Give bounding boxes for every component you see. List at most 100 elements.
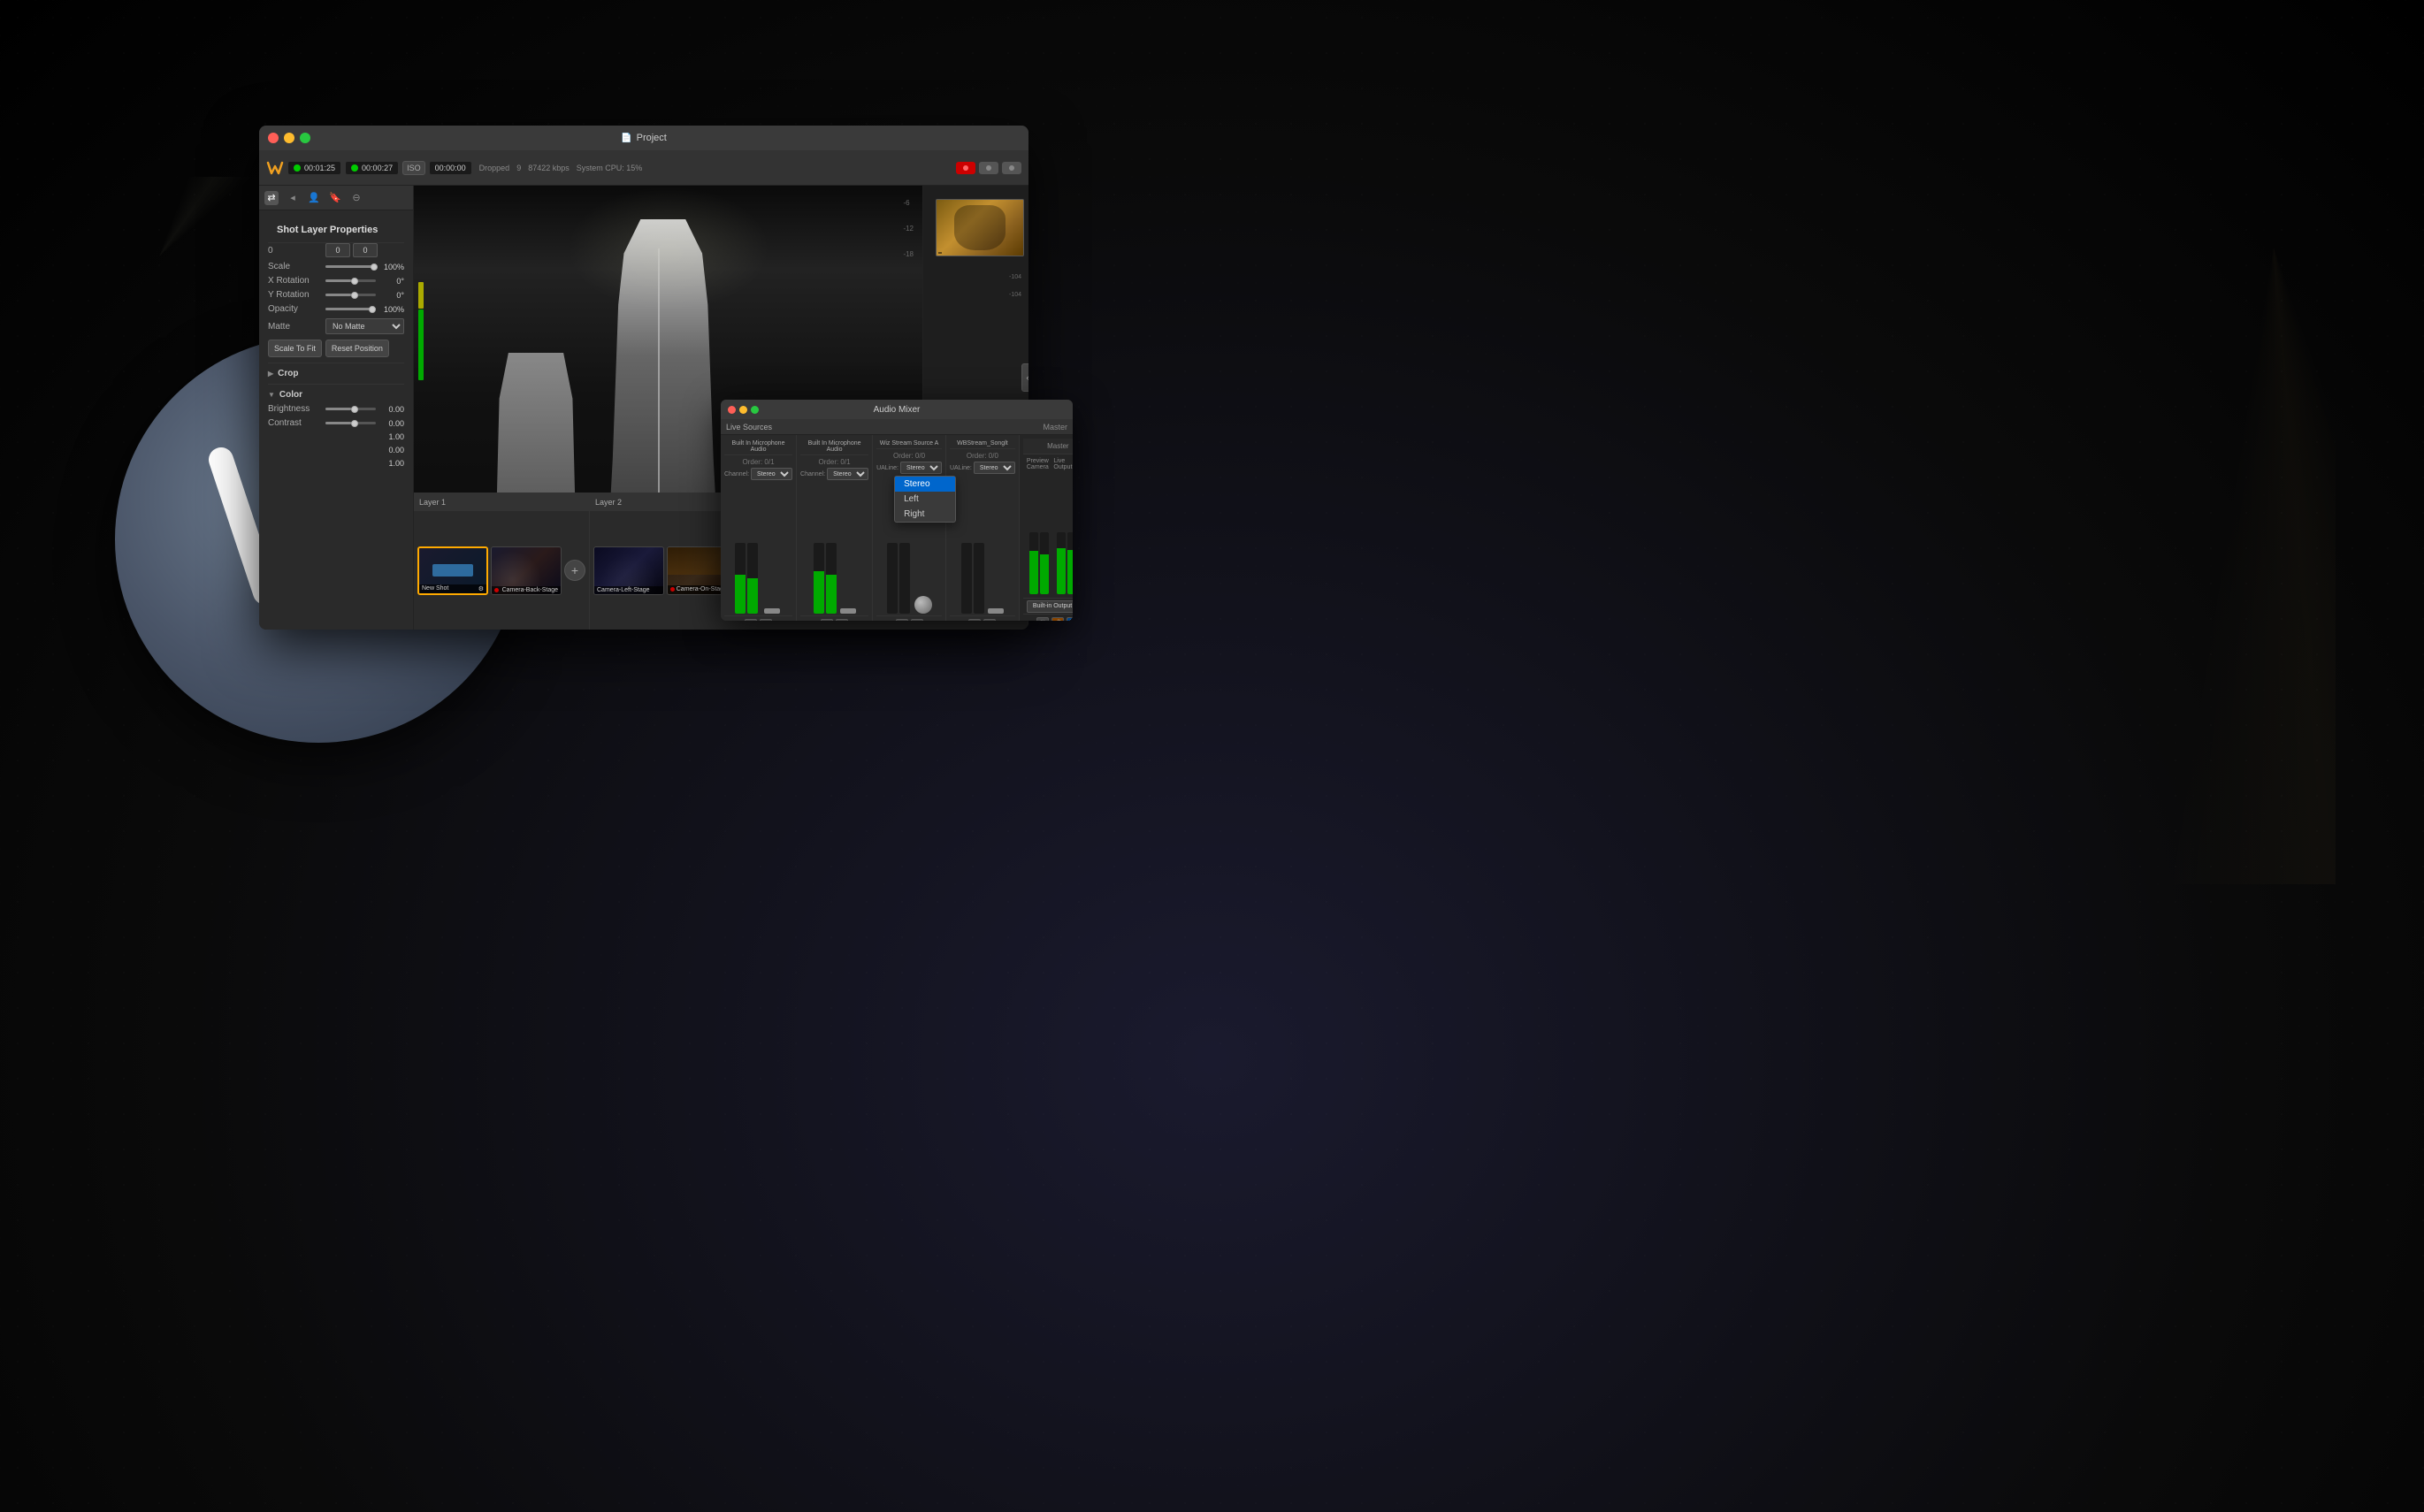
mixer-ch4-solo[interactable]: S xyxy=(983,619,996,622)
dropped-label: Dropped xyxy=(479,164,510,172)
mixer-master-speaker[interactable]: 🔊 xyxy=(1051,617,1064,622)
go-live-btn-2[interactable] xyxy=(979,162,998,174)
mixer-channel-1: Built In Microphone Audio Order: 0/1 Cha… xyxy=(721,435,797,621)
go-live-btn-3[interactable] xyxy=(1002,162,1021,174)
layer-1-name: Layer 1 xyxy=(419,498,446,507)
camera-backstage-thumb[interactable]: Camera-Back-Stage xyxy=(491,546,562,595)
stream-status-dot xyxy=(294,164,301,172)
preview-camera-label: Preview Camera xyxy=(1027,458,1052,470)
new-shot-thumb[interactable]: New Shot ⚙ xyxy=(417,546,488,595)
new-shot-gear: ⚙ xyxy=(478,585,484,592)
preview-camera-meters xyxy=(1029,473,1049,594)
mixer-ch1-controls: M S xyxy=(724,615,792,621)
master-section-label: Master xyxy=(1043,423,1067,431)
mixer-ch4-knob[interactable] xyxy=(988,608,1004,614)
scale-value: 100% xyxy=(379,263,404,271)
mixer-ch3-channel-select[interactable]: Stereo Left Right xyxy=(900,462,942,474)
brightness-slider[interactable] xyxy=(325,408,376,410)
window-titlebar: 📄 Project xyxy=(259,126,1028,150)
window-title: 📄 Project xyxy=(621,133,667,143)
mixer-ch3-master-knob[interactable] xyxy=(914,596,932,614)
go-live-btn-1[interactable] xyxy=(956,162,975,174)
mixer-ch1-knob[interactable] xyxy=(764,608,780,614)
dropdown-option-left[interactable]: Left xyxy=(895,492,955,507)
dropped-value: 9 xyxy=(516,164,521,172)
dropdown-option-stereo[interactable]: Stereo xyxy=(895,477,955,492)
opacity-slider[interactable] xyxy=(325,308,376,310)
mixer-close[interactable] xyxy=(728,406,736,414)
brightness-value: 0.00 xyxy=(379,405,404,414)
panel-tool-user[interactable]: 👤 xyxy=(307,191,321,205)
cpu-value: System CPU: 15% xyxy=(577,164,643,172)
mixer-ch3-solo[interactable]: S xyxy=(911,619,923,622)
panel-collapse-button[interactable]: « xyxy=(1021,363,1028,392)
live-sources-section: Live Sources Master xyxy=(721,419,1073,435)
matte-select[interactable]: No Matte xyxy=(325,318,404,334)
add-shot-btn-layer1[interactable]: + xyxy=(564,560,585,581)
mixer-ch2-knob[interactable] xyxy=(840,608,856,614)
mixer-ch3-mute[interactable]: M xyxy=(896,619,908,622)
maximize-button[interactable] xyxy=(300,133,310,143)
crop-section-title[interactable]: ▶ Crop xyxy=(268,369,404,378)
reset-position-button[interactable]: Reset Position xyxy=(325,340,389,357)
mixer-minimize[interactable] xyxy=(739,406,747,414)
mixer-ch1-solo[interactable]: S xyxy=(760,619,772,622)
y-rotation-slider[interactable] xyxy=(325,294,376,296)
dropdown-option-right[interactable]: Right xyxy=(895,507,955,522)
scale-to-fit-button[interactable]: Scale To Fit xyxy=(268,340,322,357)
left-audio-meter xyxy=(418,203,424,380)
mixer-ch4-meter-r xyxy=(974,543,984,614)
mixer-ch4-fader-area xyxy=(950,476,1015,615)
mixer-master-controls: 🎧 🔊 📡 xyxy=(1023,614,1073,621)
vol-marker-2: -12 xyxy=(903,225,914,233)
vol-marker-1: -6 xyxy=(903,199,914,207)
left-stage-label: Camera-Left-Stage xyxy=(594,586,663,594)
mixer-ch4-header: WBStream_Songlt xyxy=(950,439,1015,449)
mixer-ch2-channel-select[interactable]: Stereo xyxy=(827,468,868,480)
traffic-lights xyxy=(268,133,310,143)
mixer-ch1-mute[interactable]: M xyxy=(745,619,757,622)
thumb-label xyxy=(938,252,942,254)
position-x-input[interactable] xyxy=(325,243,350,257)
close-button[interactable] xyxy=(268,133,279,143)
panel-tool-back[interactable]: ◂ xyxy=(286,191,300,205)
mixer-titlebar: Audio Mixer xyxy=(721,400,1073,419)
opacity-label: Opacity xyxy=(268,304,325,314)
position-y-input[interactable] xyxy=(353,243,378,257)
mixer-channel-4: WBStream_Songlt Order: 0/0 UALine: Stere… xyxy=(946,435,1020,621)
x-rotation-slider[interactable] xyxy=(325,279,376,282)
backstage-label-text: Camera-Back-Stage xyxy=(502,587,558,593)
mixer-ch1-order-label: Order: 0/1 xyxy=(724,458,792,466)
panel-tool-bookmark[interactable]: 🔖 xyxy=(328,191,342,205)
x-rotation-slider-container: 0° xyxy=(325,277,404,286)
mixer-ch2-channel-row: Channel: Stereo xyxy=(800,468,868,480)
color-section-title[interactable]: ▼ Color xyxy=(268,390,404,400)
mixer-master-content: Preview Camera Live Output xyxy=(1023,454,1073,598)
brightness-row: Brightness 0.00 xyxy=(268,404,404,414)
contrast-label: Contrast xyxy=(268,418,325,428)
iso-button[interactable]: ISO xyxy=(402,161,425,175)
mixer-content: Built In Microphone Audio Order: 0/1 Cha… xyxy=(721,435,1073,621)
contrast-value: 0.00 xyxy=(379,419,404,428)
position-label: 0 xyxy=(268,246,325,256)
contrast-slider[interactable] xyxy=(325,422,376,424)
value-row-3: 1.00 xyxy=(268,432,404,441)
mixer-ch4-controls: M S xyxy=(950,615,1015,621)
mixer-ch2-solo[interactable]: S xyxy=(836,619,848,622)
mixer-maximize[interactable] xyxy=(751,406,759,414)
mixer-ch1-channel-select[interactable]: Stereo xyxy=(751,468,792,480)
mixer-master-headphone[interactable]: 🎧 xyxy=(1036,617,1049,622)
audio-output-select[interactable]: Built-in Output xyxy=(1027,600,1073,613)
panel-tool-minus[interactable]: ⊖ xyxy=(349,191,363,205)
panel-tool-move[interactable]: ⇄ xyxy=(264,191,279,205)
camera-left-stage-thumb[interactable]: Camera-Left-Stage xyxy=(593,546,664,595)
mixer-ch4-channel-select[interactable]: Stereo xyxy=(974,462,1015,474)
backstage-dot xyxy=(494,588,499,592)
scale-slider[interactable] xyxy=(325,265,376,268)
value-5: 1.00 xyxy=(325,459,404,468)
channel-dropdown-popup: Stereo Left Right xyxy=(894,476,956,523)
mixer-ch2-mute[interactable]: M xyxy=(821,619,833,622)
mixer-ch4-mute[interactable]: M xyxy=(968,619,981,622)
minimize-button[interactable] xyxy=(284,133,294,143)
shot-layer-1: Layer 1 New Shot ⚙ xyxy=(414,493,590,630)
